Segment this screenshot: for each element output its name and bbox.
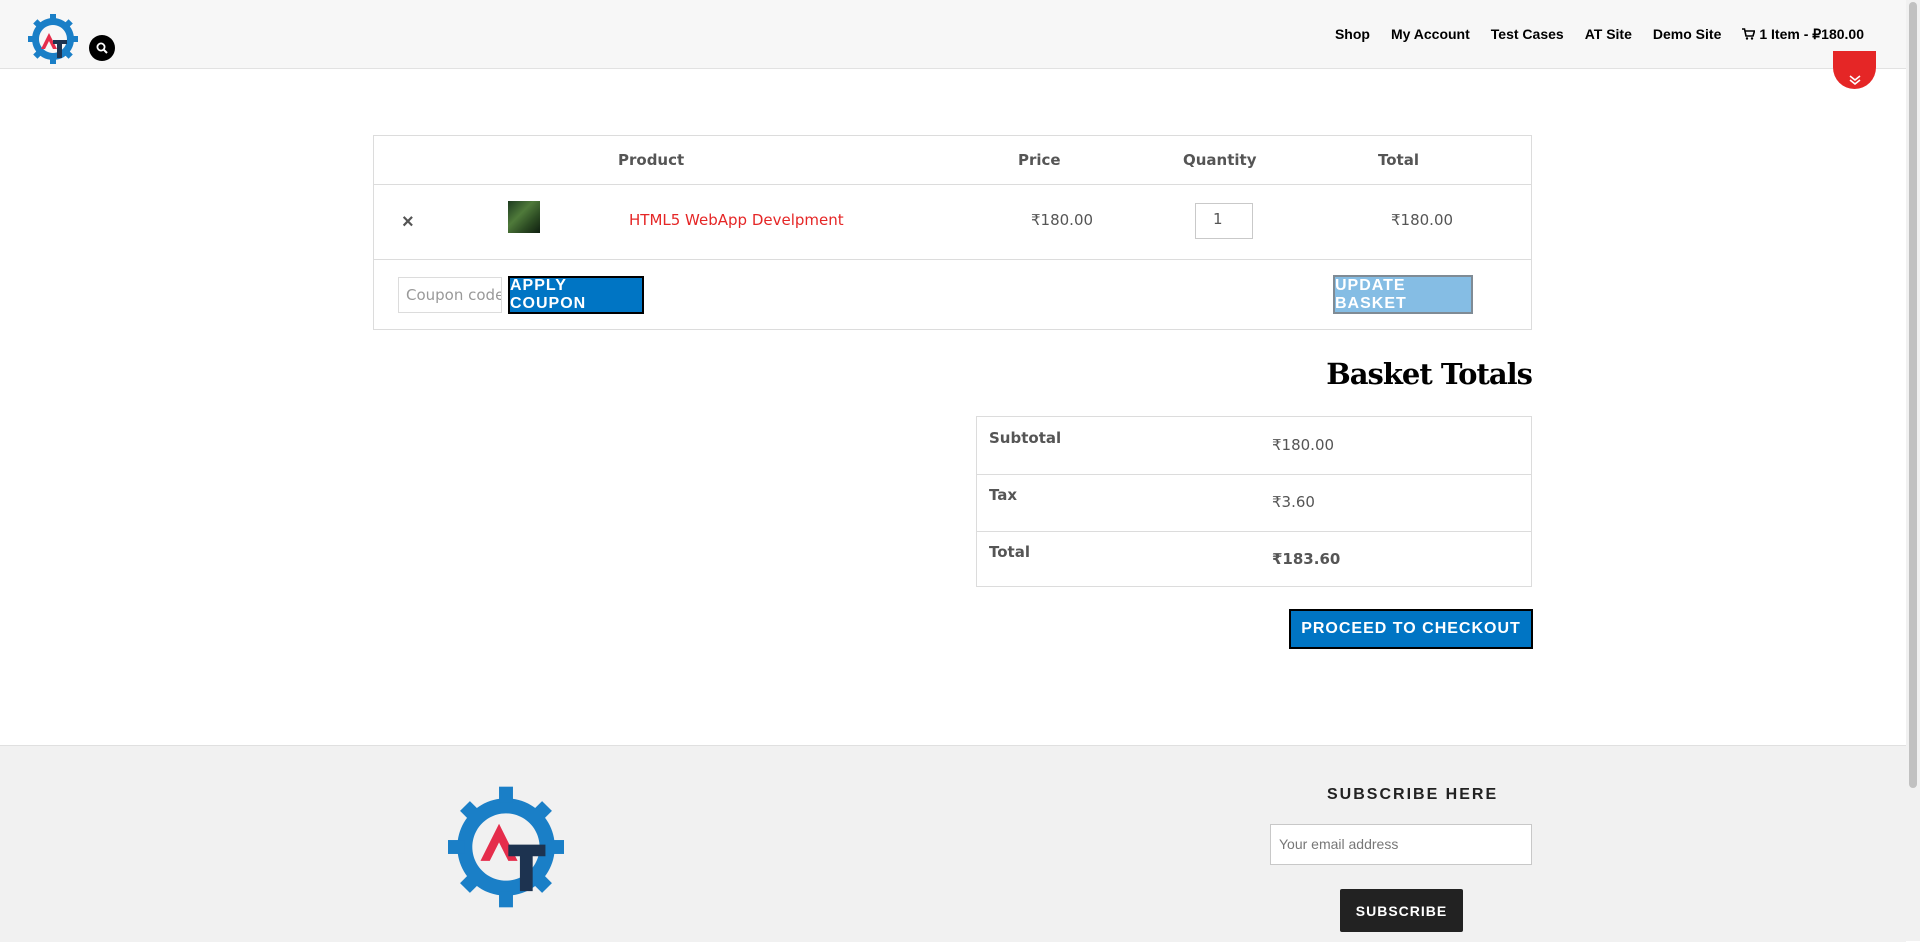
basket-totals-title: Basket Totals — [1326, 357, 1533, 391]
column-quantity: Quantity — [1183, 151, 1257, 169]
nav-demo-site[interactable]: Demo Site — [1653, 26, 1721, 43]
column-price: Price — [1018, 151, 1061, 169]
cart-table-header: Product Price Quantity Total — [374, 136, 1531, 185]
site-header: Shop My Account Test Cases AT Site Demo … — [0, 0, 1906, 69]
scroll-down-button[interactable] — [1833, 51, 1876, 89]
subscribe-email-input[interactable]: Your email address — [1270, 824, 1532, 865]
cart-summary: 1 Item - ₽180.00 — [1759, 26, 1864, 42]
nav-cart[interactable]: 1 Item - ₽180.00 — [1742, 26, 1864, 43]
scrollbar-thumb[interactable] — [1909, 2, 1917, 788]
nav-shop[interactable]: Shop — [1335, 26, 1370, 43]
subtotal-label: Subtotal — [989, 429, 1062, 447]
site-footer: SUBSCRIBE HERE Your email address SUBSCR… — [0, 745, 1906, 942]
line-total: ₹180.00 — [1391, 211, 1454, 229]
remove-item-button[interactable]: × — [402, 211, 414, 234]
subtotal-row: Subtotal ₹180.00 — [977, 417, 1531, 475]
search-icon — [96, 42, 108, 54]
coupon-code-input[interactable]: Coupon code — [398, 277, 502, 313]
subtotal-value: ₹180.00 — [1272, 436, 1335, 454]
search-button[interactable] — [89, 35, 115, 61]
update-basket-button[interactable]: UPDATE BASKET — [1333, 275, 1473, 314]
product-name-link[interactable]: HTML5 WebApp Develpment — [629, 211, 844, 229]
cart-item-row: × HTML5 WebApp Develpment ₹180.00 1 ₹180… — [374, 184, 1531, 260]
proceed-to-checkout-button[interactable]: PROCEED TO CHECKOUT — [1289, 609, 1533, 649]
subscribe-title: SUBSCRIBE HERE — [1327, 786, 1499, 803]
total-label: Total — [989, 543, 1030, 561]
page-scrollbar[interactable] — [1906, 0, 1920, 941]
double-chevron-down-icon — [1849, 75, 1860, 85]
apply-coupon-button[interactable]: APPLY COUPON — [508, 276, 644, 314]
tax-value: ₹3.60 — [1272, 493, 1315, 511]
column-product: Product — [618, 151, 685, 169]
cart-table: Product Price Quantity Total × HTML5 Web… — [373, 135, 1532, 330]
total-row: Total ₹183.60 — [977, 531, 1531, 588]
quantity-input[interactable]: 1 — [1195, 203, 1253, 239]
site-logo[interactable] — [28, 14, 78, 64]
cart-icon — [1742, 28, 1756, 40]
nav-test-cases[interactable]: Test Cases — [1491, 26, 1564, 43]
main-nav: Shop My Account Test Cases AT Site Demo … — [1335, 26, 1864, 43]
product-thumbnail[interactable] — [508, 201, 540, 233]
footer-logo — [448, 786, 564, 908]
basket-totals-table: Subtotal ₹180.00 Tax ₹3.60 Total ₹183.60 — [976, 416, 1532, 587]
product-price: ₹180.00 — [1031, 211, 1094, 229]
subscribe-button[interactable]: SUBSCRIBE — [1340, 889, 1463, 932]
tax-row: Tax ₹3.60 — [977, 474, 1531, 532]
total-value: ₹183.60 — [1272, 550, 1341, 568]
nav-my-account[interactable]: My Account — [1391, 26, 1470, 43]
tax-label: Tax — [989, 486, 1018, 504]
nav-at-site[interactable]: AT Site — [1585, 26, 1632, 43]
column-total: Total — [1378, 151, 1419, 169]
